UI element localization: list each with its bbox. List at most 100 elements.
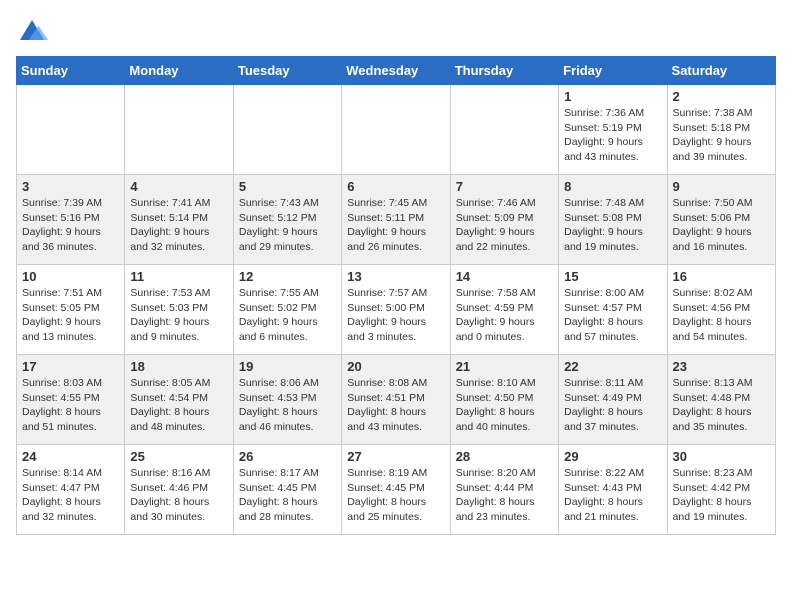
day-info: Sunrise: 8:06 AM Sunset: 4:53 PM Dayligh… <box>239 376 336 435</box>
calendar-header-row: SundayMondayTuesdayWednesdayThursdayFrid… <box>17 57 776 85</box>
day-info: Sunrise: 8:10 AM Sunset: 4:50 PM Dayligh… <box>456 376 553 435</box>
day-number: 17 <box>22 359 119 374</box>
day-info: Sunrise: 7:41 AM Sunset: 5:14 PM Dayligh… <box>130 196 227 255</box>
day-number: 23 <box>673 359 770 374</box>
col-header-friday: Friday <box>559 57 667 85</box>
day-number: 11 <box>130 269 227 284</box>
calendar-cell: 25 Sunrise: 8:16 AM Sunset: 4:46 PM Dayli… <box>125 445 233 535</box>
calendar-cell: 1 Sunrise: 7:36 AM Sunset: 5:19 PM Daylig… <box>559 85 667 175</box>
day-number: 8 <box>564 179 661 194</box>
calendar-cell: 29 Sunrise: 8:22 AM Sunset: 4:43 PM Dayli… <box>559 445 667 535</box>
day-info: Sunrise: 7:43 AM Sunset: 5:12 PM Dayligh… <box>239 196 336 255</box>
day-info: Sunrise: 8:05 AM Sunset: 4:54 PM Dayligh… <box>130 376 227 435</box>
calendar-cell: 11 Sunrise: 7:53 AM Sunset: 5:03 PM Dayli… <box>125 265 233 355</box>
day-number: 27 <box>347 449 444 464</box>
calendar-cell: 18Sunrise: 8:05 AM Sunset: 4:54 PM Dayli… <box>125 355 233 445</box>
col-header-tuesday: Tuesday <box>233 57 341 85</box>
calendar-cell: 13Sunrise: 7:57 AM Sunset: 5:00 PM Dayli… <box>342 265 450 355</box>
day-info: Sunrise: 7:38 AM Sunset: 5:18 PM Dayligh… <box>673 106 770 165</box>
calendar-cell: 19 Sunrise: 8:06 AM Sunset: 4:53 PM Dayli… <box>233 355 341 445</box>
calendar-cell: 23 Sunrise: 8:13 AM Sunset: 4:48 PM Dayli… <box>667 355 775 445</box>
day-number: 9 <box>673 179 770 194</box>
day-info: Sunrise: 7:36 AM Sunset: 5:19 PM Dayligh… <box>564 106 661 165</box>
calendar-cell: 24 Sunrise: 8:14 AM Sunset: 4:47 PM Dayli… <box>17 445 125 535</box>
calendar-cell: 2 Sunrise: 7:38 AM Sunset: 5:18 PM Daylig… <box>667 85 775 175</box>
calendar-cell: 5Sunrise: 7:43 AM Sunset: 5:12 PM Daylig… <box>233 175 341 265</box>
calendar-cell: 22Sunrise: 8:11 AM Sunset: 4:49 PM Dayli… <box>559 355 667 445</box>
day-info: Sunrise: 8:00 AM Sunset: 4:57 PM Dayligh… <box>564 286 661 345</box>
day-number: 24 <box>22 449 119 464</box>
day-info: Sunrise: 7:46 AM Sunset: 5:09 PM Dayligh… <box>456 196 553 255</box>
day-info: Sunrise: 8:14 AM Sunset: 4:47 PM Dayligh… <box>22 466 119 525</box>
day-info: Sunrise: 7:53 AM Sunset: 5:03 PM Dayligh… <box>130 286 227 345</box>
day-info: Sunrise: 7:45 AM Sunset: 5:11 PM Dayligh… <box>347 196 444 255</box>
day-number: 20 <box>347 359 444 374</box>
col-header-saturday: Saturday <box>667 57 775 85</box>
calendar-cell <box>125 85 233 175</box>
page-header <box>16 16 776 48</box>
calendar-cell: 20 Sunrise: 8:08 AM Sunset: 4:51 PM Dayli… <box>342 355 450 445</box>
day-info: Sunrise: 8:22 AM Sunset: 4:43 PM Dayligh… <box>564 466 661 525</box>
calendar-cell: 12 Sunrise: 7:55 AM Sunset: 5:02 PM Dayli… <box>233 265 341 355</box>
day-number: 4 <box>130 179 227 194</box>
calendar-week-3: 10 Sunrise: 7:51 AM Sunset: 5:05 PM Dayli… <box>17 265 776 355</box>
day-info: Sunrise: 8:02 AM Sunset: 4:56 PM Dayligh… <box>673 286 770 345</box>
calendar-cell <box>450 85 558 175</box>
calendar-week-4: 17 Sunrise: 8:03 AM Sunset: 4:55 PM Dayli… <box>17 355 776 445</box>
day-info: Sunrise: 8:13 AM Sunset: 4:48 PM Dayligh… <box>673 376 770 435</box>
calendar-cell: 6 Sunrise: 7:45 AM Sunset: 5:11 PM Daylig… <box>342 175 450 265</box>
day-number: 14 <box>456 269 553 284</box>
day-number: 22 <box>564 359 661 374</box>
day-info: Sunrise: 8:08 AM Sunset: 4:51 PM Dayligh… <box>347 376 444 435</box>
col-header-sunday: Sunday <box>17 57 125 85</box>
day-number: 2 <box>673 89 770 104</box>
day-number: 29 <box>564 449 661 464</box>
day-number: 15 <box>564 269 661 284</box>
day-number: 25 <box>130 449 227 464</box>
day-number: 3 <box>22 179 119 194</box>
col-header-wednesday: Wednesday <box>342 57 450 85</box>
day-number: 30 <box>673 449 770 464</box>
day-number: 1 <box>564 89 661 104</box>
col-header-thursday: Thursday <box>450 57 558 85</box>
calendar-week-2: 3 Sunrise: 7:39 AM Sunset: 5:16 PM Daylig… <box>17 175 776 265</box>
day-info: Sunrise: 7:48 AM Sunset: 5:08 PM Dayligh… <box>564 196 661 255</box>
calendar-cell <box>17 85 125 175</box>
day-number: 21 <box>456 359 553 374</box>
calendar-cell: 3 Sunrise: 7:39 AM Sunset: 5:16 PM Daylig… <box>17 175 125 265</box>
day-info: Sunrise: 7:55 AM Sunset: 5:02 PM Dayligh… <box>239 286 336 345</box>
day-info: Sunrise: 7:39 AM Sunset: 5:16 PM Dayligh… <box>22 196 119 255</box>
calendar-cell: 28Sunrise: 8:20 AM Sunset: 4:44 PM Dayli… <box>450 445 558 535</box>
col-header-monday: Monday <box>125 57 233 85</box>
day-info: Sunrise: 8:20 AM Sunset: 4:44 PM Dayligh… <box>456 466 553 525</box>
day-number: 19 <box>239 359 336 374</box>
calendar-cell <box>342 85 450 175</box>
day-number: 16 <box>673 269 770 284</box>
day-number: 12 <box>239 269 336 284</box>
logo <box>16 16 52 48</box>
day-info: Sunrise: 7:57 AM Sunset: 5:00 PM Dayligh… <box>347 286 444 345</box>
day-number: 6 <box>347 179 444 194</box>
day-number: 10 <box>22 269 119 284</box>
day-number: 7 <box>456 179 553 194</box>
day-info: Sunrise: 8:16 AM Sunset: 4:46 PM Dayligh… <box>130 466 227 525</box>
calendar-cell: 16 Sunrise: 8:02 AM Sunset: 4:56 PM Dayli… <box>667 265 775 355</box>
calendar-cell: 30 Sunrise: 8:23 AM Sunset: 4:42 PM Dayli… <box>667 445 775 535</box>
day-info: Sunrise: 8:19 AM Sunset: 4:45 PM Dayligh… <box>347 466 444 525</box>
calendar-cell: 14 Sunrise: 7:58 AM Sunset: 4:59 PM Dayli… <box>450 265 558 355</box>
calendar-cell: 26Sunrise: 8:17 AM Sunset: 4:45 PM Dayli… <box>233 445 341 535</box>
calendar-cell: 9Sunrise: 7:50 AM Sunset: 5:06 PM Daylig… <box>667 175 775 265</box>
day-info: Sunrise: 7:51 AM Sunset: 5:05 PM Dayligh… <box>22 286 119 345</box>
calendar-cell: 10 Sunrise: 7:51 AM Sunset: 5:05 PM Dayli… <box>17 265 125 355</box>
calendar-cell: 7 Sunrise: 7:46 AM Sunset: 5:09 PM Daylig… <box>450 175 558 265</box>
day-info: Sunrise: 8:23 AM Sunset: 4:42 PM Dayligh… <box>673 466 770 525</box>
day-info: Sunrise: 8:17 AM Sunset: 4:45 PM Dayligh… <box>239 466 336 525</box>
calendar-cell: 4 Sunrise: 7:41 AM Sunset: 5:14 PM Daylig… <box>125 175 233 265</box>
day-info: Sunrise: 8:03 AM Sunset: 4:55 PM Dayligh… <box>22 376 119 435</box>
calendar-week-1: 1 Sunrise: 7:36 AM Sunset: 5:19 PM Daylig… <box>17 85 776 175</box>
calendar-cell <box>233 85 341 175</box>
calendar-cell: 15 Sunrise: 8:00 AM Sunset: 4:57 PM Dayli… <box>559 265 667 355</box>
day-info: Sunrise: 7:58 AM Sunset: 4:59 PM Dayligh… <box>456 286 553 345</box>
calendar-cell: 17 Sunrise: 8:03 AM Sunset: 4:55 PM Dayli… <box>17 355 125 445</box>
calendar-cell: 21 Sunrise: 8:10 AM Sunset: 4:50 PM Dayli… <box>450 355 558 445</box>
